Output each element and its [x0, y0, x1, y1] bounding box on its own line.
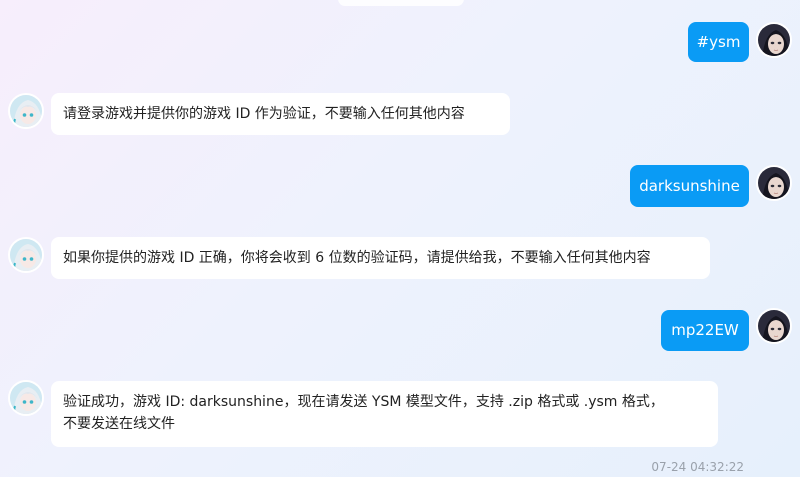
message-text: 请登录游戏并提供你的游戏 ID 作为验证，不要输入任何其他内容: [63, 106, 465, 122]
bot-avatar-icon[interactable]: [8, 380, 44, 416]
message-text-line: 不要发送在线文件: [63, 416, 175, 432]
bot-message-bubble[interactable]: 请登录游戏并提供你的游戏 ID 作为验证，不要输入任何其他内容: [51, 93, 510, 135]
message-text: 如果你提供的游戏 ID 正确，你将会收到 6 位数的验证码，请提供给我，不要输入…: [63, 250, 651, 266]
message-text: #ysm: [696, 33, 741, 51]
message-timestamp: 07-24 04:32:22: [651, 460, 744, 474]
user-message-bubble[interactable]: darksunshine: [630, 165, 749, 207]
bot-message-bubble[interactable]: 如果你提供的游戏 ID 正确，你将会收到 6 位数的验证码，请提供给我，不要输入…: [51, 237, 710, 279]
user-avatar-icon[interactable]: [756, 308, 792, 344]
user-message-bubble[interactable]: mp22EW: [661, 310, 749, 351]
message-text-line: 验证成功，游戏 ID: darksunshine，现在请发送 YSM 模型文件，…: [63, 394, 664, 410]
user-avatar-icon[interactable]: [756, 22, 792, 58]
user-avatar-icon[interactable]: [756, 165, 792, 201]
bot-avatar-icon[interactable]: [8, 93, 44, 129]
message-text: darksunshine: [639, 177, 740, 195]
bot-avatar-icon[interactable]: [8, 237, 44, 273]
user-message-bubble[interactable]: #ysm: [688, 22, 749, 62]
bot-message-bubble[interactable]: 验证成功，游戏 ID: darksunshine，现在请发送 YSM 模型文件，…: [51, 381, 718, 447]
previous-message-edge: [338, 0, 464, 6]
message-text: mp22EW: [671, 321, 739, 339]
